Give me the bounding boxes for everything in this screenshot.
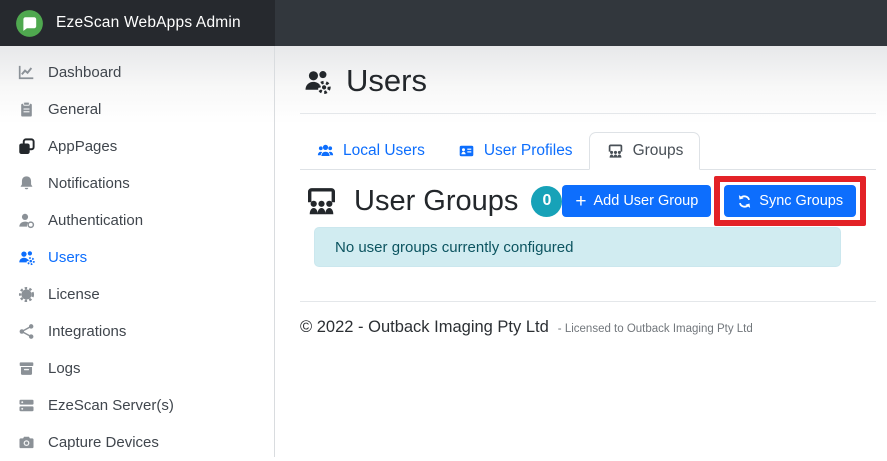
user-shield-icon [18, 212, 35, 229]
sidebar-item-authentication[interactable]: Authentication [0, 202, 274, 239]
tab-user-profiles[interactable]: User Profiles [441, 133, 589, 169]
sidebar-item-label: AppPages [48, 136, 117, 157]
sidebar-item-label: Logs [48, 358, 81, 379]
page-body: Dashboard General AppPages [0, 46, 887, 457]
tab-label: Local Users [343, 142, 425, 160]
plus-icon: + [575, 192, 586, 211]
sidebar-item-apppages[interactable]: AppPages [0, 128, 274, 165]
sidebar-item-label: License [48, 284, 100, 305]
tab-label: User Profiles [484, 142, 573, 160]
sidebar-item-integrations[interactable]: Integrations [0, 313, 274, 350]
sidebar-item-general[interactable]: General [0, 91, 274, 128]
title-divider [300, 113, 876, 114]
ezescan-logo-icon [15, 9, 44, 38]
no-groups-alert: No user groups currently configured [314, 227, 841, 267]
app-brand[interactable]: EzeScan WebApps Admin [0, 0, 275, 46]
navbar-spacer [275, 0, 887, 46]
groups-heading: User Groups [354, 185, 518, 218]
groups-panel-header: User Groups 0 + Add User Group [300, 176, 876, 226]
tab-local-users[interactable]: Local Users [300, 133, 441, 169]
chart-line-icon [18, 64, 35, 81]
sync-groups-button[interactable]: Sync Groups [724, 185, 856, 217]
groups-panel: User Groups 0 + Add User Group [300, 176, 876, 267]
screen-users-icon [303, 185, 340, 217]
sidebar-nav: Dashboard General AppPages [0, 46, 275, 457]
users-gear-icon [302, 68, 333, 95]
id-card-icon [457, 143, 476, 159]
users-tabs: Local Users User Profiles [300, 132, 876, 170]
licensed-text: - Licensed to Outback Imaging Pty Ltd [558, 323, 753, 335]
top-navbar: EzeScan WebApps Admin [0, 0, 887, 46]
sidebar-item-notifications[interactable]: Notifications [0, 165, 274, 202]
alert-text: No user groups currently configured [335, 239, 573, 256]
annotation-highlight-box: Sync Groups [714, 176, 866, 226]
sidebar-item-label: Dashboard [48, 62, 121, 83]
archive-icon [18, 360, 35, 377]
footer-divider [300, 301, 876, 302]
sync-icon [737, 194, 752, 209]
sidebar-item-label: Capture Devices [48, 432, 159, 453]
page-title: Users [302, 63, 876, 99]
server-icon [18, 397, 35, 414]
tab-label: Groups [633, 142, 684, 160]
screen-users-icon [606, 143, 625, 159]
users-gear-icon [18, 249, 35, 266]
add-user-group-label: Add User Group [594, 193, 699, 209]
sidebar-item-logs[interactable]: Logs [0, 350, 274, 387]
add-user-group-button[interactable]: + Add User Group [562, 185, 711, 217]
sidebar-item-users[interactable]: Users [0, 239, 274, 276]
users-icon [316, 143, 335, 159]
page-footer: © 2022 - Outback Imaging Pty Ltd - Licen… [300, 318, 876, 337]
seal-icon [18, 286, 35, 303]
sidebar-item-label: Integrations [48, 321, 126, 342]
app-title: EzeScan WebApps Admin [56, 14, 241, 32]
pages-icon [18, 138, 35, 155]
sidebar-item-ezescan-servers[interactable]: EzeScan Server(s) [0, 387, 274, 424]
copyright-text: © 2022 - Outback Imaging Pty Ltd [300, 318, 549, 337]
clipboard-icon [18, 101, 35, 118]
share-nodes-icon [18, 323, 35, 340]
sidebar-item-dashboard[interactable]: Dashboard [0, 54, 274, 91]
sidebar-item-license[interactable]: License [0, 276, 274, 313]
bell-icon [18, 175, 35, 192]
sidebar-item-label: Users [48, 247, 87, 268]
sidebar-item-label: EzeScan Server(s) [48, 395, 174, 416]
main-content: Users Local Users [275, 46, 887, 457]
sidebar-item-label: Authentication [48, 210, 143, 231]
camera-icon [18, 434, 35, 451]
sync-groups-label: Sync Groups [759, 193, 843, 209]
sidebar-item-label: General [48, 99, 101, 120]
sidebar-item-capture-devices[interactable]: Capture Devices [0, 424, 274, 461]
tab-groups[interactable]: Groups [589, 132, 701, 170]
group-count-badge: 0 [531, 186, 562, 217]
page-title-text: Users [346, 63, 427, 99]
sidebar-item-label: Notifications [48, 173, 130, 194]
